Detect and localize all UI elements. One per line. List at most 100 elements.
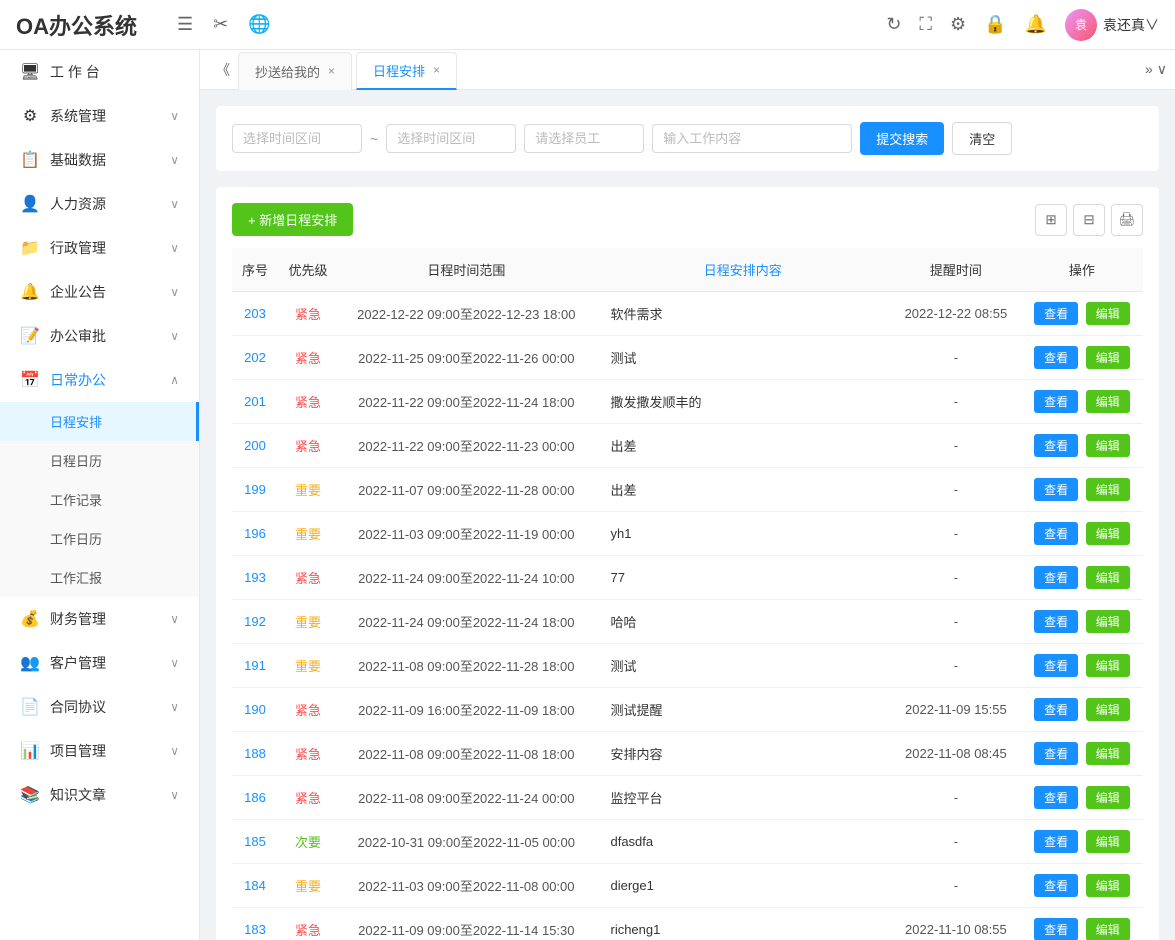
employee-select-input[interactable] bbox=[524, 124, 644, 153]
edit-button[interactable]: 编辑 bbox=[1086, 346, 1130, 369]
edit-button[interactable]: 编辑 bbox=[1086, 698, 1130, 721]
finance-icon: 💰 bbox=[20, 609, 40, 629]
sidebar-item-finance[interactable]: 💰 财务管理 ∨ bbox=[0, 597, 199, 641]
tab-schedule-close[interactable]: × bbox=[433, 63, 440, 77]
tabs-more-icon[interactable]: » bbox=[1145, 61, 1153, 78]
edit-button[interactable]: 编辑 bbox=[1086, 786, 1130, 809]
edit-button[interactable]: 编辑 bbox=[1086, 610, 1130, 633]
tab-schedule[interactable]: 日程安排 × bbox=[356, 52, 457, 90]
table-layout-icon[interactable]: ⊞ bbox=[1035, 204, 1067, 236]
sidebar-item-workbench[interactable]: 🖥 工 作 台 bbox=[0, 50, 199, 94]
cell-time-range: 2022-11-09 09:00至2022-11-14 15:30 bbox=[338, 908, 594, 940]
menu-icon[interactable]: ☰ bbox=[177, 14, 193, 35]
sidebar: 🖥 工 作 台 ⚙ 系统管理 ∨ 📋 基础数据 ∨ 👤 人力资源 ∨ 📁 行政管… bbox=[0, 50, 200, 940]
col-action: 操作 bbox=[1021, 248, 1143, 292]
sidebar-item-workcal[interactable]: 工作日历 bbox=[0, 519, 199, 558]
edit-button[interactable]: 编辑 bbox=[1086, 918, 1130, 940]
refresh-icon[interactable]: ↻ bbox=[886, 14, 901, 35]
sidebar-item-basic[interactable]: 📋 基础数据 ∨ bbox=[0, 138, 199, 182]
edit-button[interactable]: 编辑 bbox=[1086, 742, 1130, 765]
tabs-bar: 《 抄送给我的 × 日程安排 × » ∨ bbox=[200, 50, 1175, 90]
sidebar-item-notice[interactable]: 🔔 企业公告 ∨ bbox=[0, 270, 199, 314]
sidebar-item-admin[interactable]: 📁 行政管理 ∨ bbox=[0, 226, 199, 270]
edit-button[interactable]: 编辑 bbox=[1086, 478, 1130, 501]
cell-priority: 紧急 bbox=[278, 336, 338, 380]
view-button[interactable]: 查看 bbox=[1034, 478, 1078, 501]
project-icon: 📊 bbox=[20, 741, 40, 761]
edit-button[interactable]: 编辑 bbox=[1086, 654, 1130, 677]
sidebar-item-calendar[interactable]: 日程日历 bbox=[0, 441, 199, 480]
tab-cc-close[interactable]: × bbox=[328, 64, 335, 78]
sidebar-item-daily[interactable]: 📅 日常办公 ∧ bbox=[0, 358, 199, 402]
chevron-down-icon: ∨ bbox=[170, 109, 179, 123]
cell-reminder: - bbox=[891, 468, 1021, 512]
user-menu[interactable]: 袁 袁还真∨ bbox=[1065, 9, 1159, 41]
time-range-start-input[interactable] bbox=[232, 124, 362, 153]
tab-cc[interactable]: 抄送给我的 × bbox=[238, 52, 352, 90]
search-bar: ~ 提交搜索 清空 bbox=[216, 106, 1159, 171]
bell-icon[interactable]: 🔔 bbox=[1025, 14, 1047, 35]
sidebar-item-workreport[interactable]: 工作汇报 bbox=[0, 558, 199, 597]
edit-button[interactable]: 编辑 bbox=[1086, 566, 1130, 589]
cell-time-range: 2022-11-08 09:00至2022-11-28 18:00 bbox=[338, 644, 594, 688]
username: 袁还真∨ bbox=[1103, 15, 1159, 35]
tabs-collapse-button[interactable]: 《 bbox=[208, 60, 238, 80]
sidebar-item-worklog[interactable]: 工作记录 bbox=[0, 480, 199, 519]
search-clear-button[interactable]: 清空 bbox=[952, 122, 1012, 155]
sidebar-item-project[interactable]: 📊 项目管理 ∨ bbox=[0, 729, 199, 773]
sidebar-item-knowledge[interactable]: 📚 知识文章 ∨ bbox=[0, 773, 199, 817]
view-button[interactable]: 查看 bbox=[1034, 742, 1078, 765]
view-button[interactable]: 查看 bbox=[1034, 522, 1078, 545]
cell-content: 安排内容 bbox=[594, 732, 891, 776]
settings-icon[interactable]: ⚙ bbox=[950, 14, 966, 35]
view-button[interactable]: 查看 bbox=[1034, 786, 1078, 809]
cell-priority: 紧急 bbox=[278, 776, 338, 820]
view-button[interactable]: 查看 bbox=[1034, 302, 1078, 325]
table-row: 190 紧急 2022-11-09 16:00至2022-11-09 18:00… bbox=[232, 688, 1143, 732]
view-button[interactable]: 查看 bbox=[1034, 654, 1078, 677]
view-button[interactable]: 查看 bbox=[1034, 610, 1078, 633]
sidebar-item-system[interactable]: ⚙ 系统管理 ∨ bbox=[0, 94, 199, 138]
cell-priority: 紧急 bbox=[278, 380, 338, 424]
view-button[interactable]: 查看 bbox=[1034, 830, 1078, 853]
lock-icon[interactable]: 🔒 bbox=[984, 14, 1006, 35]
edit-button[interactable]: 编辑 bbox=[1086, 522, 1130, 545]
cell-seq: 191 bbox=[232, 644, 278, 688]
view-button[interactable]: 查看 bbox=[1034, 434, 1078, 457]
view-button[interactable]: 查看 bbox=[1034, 390, 1078, 413]
search-submit-button[interactable]: 提交搜索 bbox=[860, 122, 944, 155]
notice-icon: 🔔 bbox=[20, 282, 40, 302]
content-input[interactable] bbox=[652, 124, 852, 153]
cell-content: 测试 bbox=[594, 644, 891, 688]
edit-button[interactable]: 编辑 bbox=[1086, 434, 1130, 457]
fullscreen-icon[interactable]: ⛶ bbox=[919, 14, 932, 35]
sidebar-item-customer[interactable]: 👥 客户管理 ∨ bbox=[0, 641, 199, 685]
sidebar-item-schedule[interactable]: 日程安排 bbox=[0, 402, 199, 441]
time-range-end-input[interactable] bbox=[386, 124, 516, 153]
view-button[interactable]: 查看 bbox=[1034, 698, 1078, 721]
view-button[interactable]: 查看 bbox=[1034, 918, 1078, 940]
edit-button[interactable]: 编辑 bbox=[1086, 830, 1130, 853]
cell-time-range: 2022-11-08 09:00至2022-11-08 18:00 bbox=[338, 732, 594, 776]
sidebar-item-hr[interactable]: 👤 人力资源 ∨ bbox=[0, 182, 199, 226]
cell-reminder: - bbox=[891, 820, 1021, 864]
cell-reminder: - bbox=[891, 424, 1021, 468]
cell-reminder: 2022-12-22 08:55 bbox=[891, 292, 1021, 336]
view-button[interactable]: 查看 bbox=[1034, 566, 1078, 589]
globe-icon[interactable]: 🌐 bbox=[248, 14, 270, 35]
export-icon[interactable]: ⊟ bbox=[1073, 204, 1105, 236]
system-icon: ⚙ bbox=[20, 106, 40, 126]
sidebar-item-contract[interactable]: 📄 合同协议 ∨ bbox=[0, 685, 199, 729]
edit-button[interactable]: 编辑 bbox=[1086, 390, 1130, 413]
add-schedule-button[interactable]: + 新增日程安排 bbox=[232, 203, 353, 236]
cell-actions: 查看 编辑 bbox=[1021, 468, 1143, 512]
edit-button[interactable]: 编辑 bbox=[1086, 874, 1130, 897]
tabs-chevron-icon[interactable]: ∨ bbox=[1157, 61, 1167, 78]
print-icon[interactable]: 🖨 bbox=[1111, 204, 1143, 236]
view-button[interactable]: 查看 bbox=[1034, 346, 1078, 369]
avatar: 袁 bbox=[1065, 9, 1097, 41]
sidebar-item-approval[interactable]: 📝 办公审批 ∨ bbox=[0, 314, 199, 358]
tool-icon[interactable]: ✂ bbox=[213, 14, 228, 35]
edit-button[interactable]: 编辑 bbox=[1086, 302, 1130, 325]
view-button[interactable]: 查看 bbox=[1034, 874, 1078, 897]
